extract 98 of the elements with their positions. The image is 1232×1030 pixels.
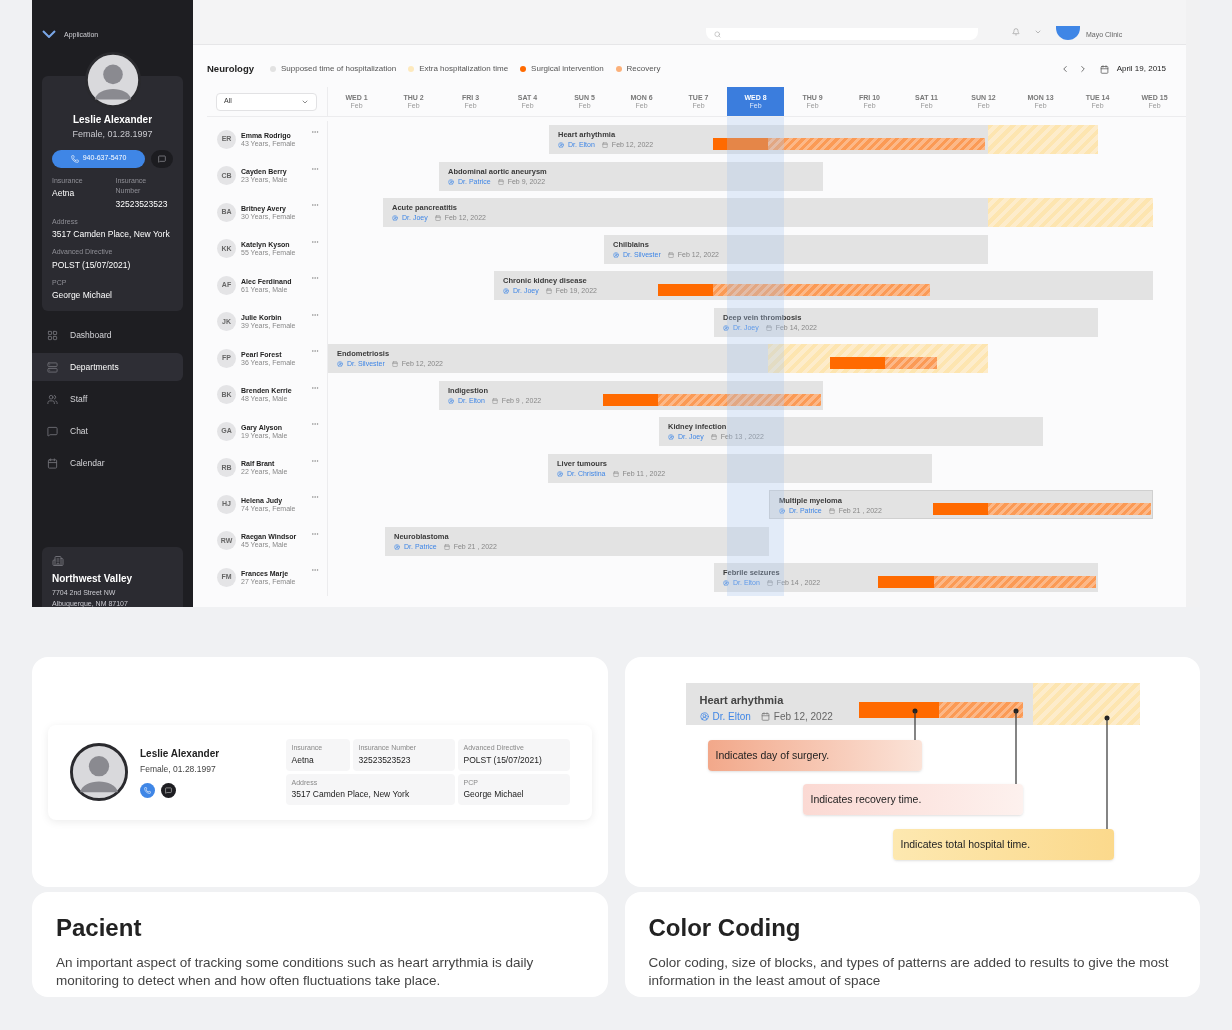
doctor-icon [558, 142, 564, 149]
nav-item[interactable]: Chat [32, 417, 183, 445]
doctor-icon [668, 434, 674, 441]
nav-item[interactable]: Calendar [32, 449, 183, 477]
leader-line [911, 708, 918, 740]
search-icon [714, 30, 721, 38]
date-label: Feb 12, 2022 [773, 709, 833, 724]
doctor-name: Dr. Elton [712, 709, 751, 724]
clinic-avatar [1056, 26, 1080, 40]
chat-icon [165, 786, 172, 794]
doctor-icon [448, 397, 454, 404]
current-date: April 19, 2015 [1116, 63, 1166, 75]
surgery-bar [933, 503, 988, 515]
more-icon[interactable] [311, 493, 319, 501]
doctor-icon [448, 178, 454, 185]
calendar-icon [491, 397, 498, 404]
calendar-icon [434, 215, 441, 222]
field-value: 3517 Camden Place, New York [291, 788, 411, 801]
more-icon[interactable] [311, 566, 319, 574]
calendar-icon [760, 711, 770, 721]
field-value: George Michael [52, 289, 113, 301]
field-value: POLST (15/07/2021) [52, 258, 132, 271]
doctor-icon [613, 251, 619, 258]
callout-note: Indicates recovery time. [802, 784, 1023, 815]
calendar-icon [667, 251, 674, 258]
patient-name: Leslie Alexander [140, 747, 221, 762]
legend-label: Supposed time of hospitalization [281, 63, 397, 75]
field-value: Aetna [52, 187, 76, 199]
logo-icon [42, 30, 56, 38]
caption-title: Pacient [56, 913, 143, 943]
diagnosis-label: Heart arhythmia [699, 693, 785, 708]
field-value: 32523523523 [358, 753, 412, 767]
field-value: 3517 Camden Place, New York [52, 228, 171, 240]
surgery-bar [830, 357, 885, 369]
doctor-icon [723, 580, 729, 587]
callout-note: Indicates day of surgery. [707, 740, 922, 771]
calendar-icon [545, 288, 552, 295]
calendar-icon [828, 508, 835, 515]
surgery-bar [658, 284, 713, 296]
doctor-icon [723, 324, 729, 331]
field-value: 32523523523 [115, 197, 169, 210]
doctor-icon [503, 288, 509, 295]
phone-icon [144, 786, 151, 794]
caret-icon[interactable] [1034, 28, 1042, 36]
caption-text: Color coding, size of blocks, and types of patterns are added to results to give the most information in the least amout of space [648, 954, 1170, 990]
legend-label: Recovery [626, 63, 661, 75]
phone-icon [70, 154, 79, 163]
calendar-icon [710, 434, 717, 441]
recovery-bar [885, 357, 937, 369]
more-icon[interactable] [311, 420, 319, 428]
doctor-icon [779, 508, 785, 515]
surgery-bar [713, 138, 768, 150]
doctor-icon [557, 470, 563, 477]
nav-item[interactable]: Departments [32, 353, 183, 381]
caption-title: Color Coding [648, 913, 802, 943]
calendar-icon[interactable] [1099, 64, 1109, 74]
location-name: Northwest Valley [52, 572, 134, 586]
field-value: George Michael [463, 788, 525, 801]
message-button[interactable] [161, 782, 176, 798]
calendar-icon [443, 543, 450, 550]
nav-item[interactable]: Dashboard [32, 321, 183, 349]
patient-info: Female, 01.28.1997 [140, 763, 217, 776]
more-icon[interactable] [311, 347, 319, 355]
calendar-icon [601, 142, 608, 149]
more-icon[interactable] [311, 128, 319, 136]
calendar-icon [391, 361, 398, 368]
calendar-icon [765, 324, 772, 331]
nav-icon [47, 361, 58, 373]
nav-icon [47, 393, 58, 405]
doctor-icon [394, 543, 400, 550]
nav-icon [47, 329, 58, 341]
avatar [70, 743, 128, 801]
more-icon[interactable] [311, 201, 319, 209]
surgery-bar [878, 576, 934, 588]
doctor-icon [699, 711, 709, 721]
building-icon [52, 555, 64, 567]
callout-note: Indicates total hospital time. [892, 829, 1114, 860]
phone-button[interactable] [140, 782, 155, 798]
bell-icon[interactable] [1012, 28, 1020, 36]
nav-item[interactable]: Staff [32, 385, 183, 413]
calendar-icon [612, 470, 619, 477]
nav-icon [47, 457, 58, 469]
chat-icon [158, 154, 166, 163]
more-icon[interactable] [311, 274, 319, 282]
patient-info: Female, 01.28.1997 [71, 128, 154, 141]
field-value: Aetna [291, 753, 315, 767]
legend-label: Extra hospitalization time [419, 63, 509, 75]
doctor-icon [392, 215, 398, 222]
search-field[interactable] [706, 28, 978, 40]
nav-icon [47, 425, 58, 437]
legend-label: Surgical intervention [531, 63, 604, 75]
department-title: Neurology [207, 61, 254, 76]
calendar-icon [497, 178, 504, 185]
field-value: POLST (15/07/2021) [463, 753, 543, 767]
caption-text: An important aspect of tracking some conditions such as heart arrythmia is daily monitoring to detect when and how often fluctuations take place. [56, 954, 535, 990]
doctor-icon [337, 361, 343, 368]
calendar-icon [766, 580, 773, 587]
patient-name: Leslie Alexander [71, 113, 154, 127]
